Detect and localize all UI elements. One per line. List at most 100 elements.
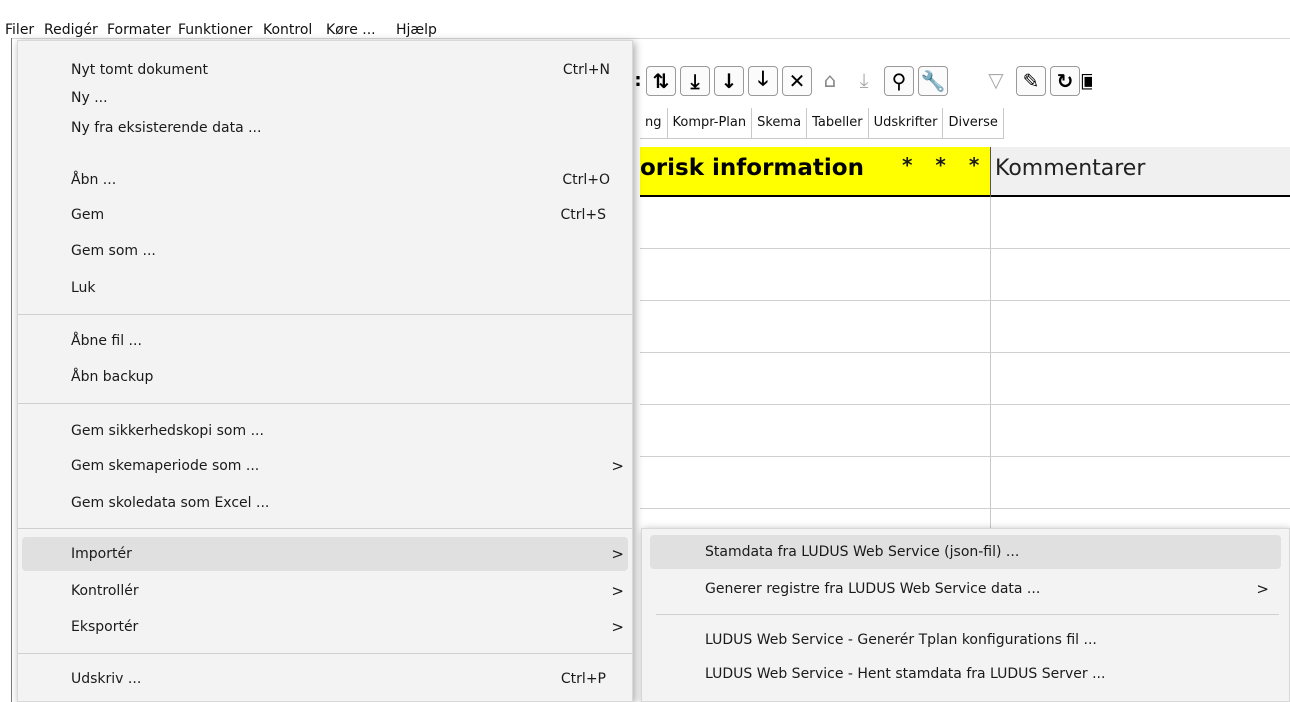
search-icon[interactable]: ⚲ [884, 66, 914, 96]
menu-item-label: Generer registre fra LUDUS Web Service d… [705, 581, 1041, 597]
menu-item-gem-skoledata-excel[interactable]: Gem skoledata som Excel ... [18, 487, 632, 519]
menu-item-label: Gem som ... [71, 243, 156, 259]
sort-updown-icon[interactable]: ⇅ [646, 66, 676, 96]
menu-separator [18, 528, 632, 529]
menu-item-nyt-tomt-dokument[interactable]: Nyt tomt dokument Ctrl+N [18, 54, 632, 86]
chevron-right-icon: > [611, 582, 624, 600]
tab-strip: ng Kompr-Plan Skema Tabeller Udskrifter … [640, 108, 1004, 139]
arrow-down-icon[interactable]: ↓ [714, 66, 744, 96]
refresh-icon[interactable]: ↻ [1050, 66, 1080, 96]
menu-filer[interactable]: Filer [5, 22, 34, 38]
grid-header-rule [640, 195, 1290, 197]
tab-partial[interactable]: ng [640, 108, 668, 138]
grid-header-comments[interactable]: Kommentarer [991, 147, 1290, 196]
tab-diverse[interactable]: Diverse [943, 108, 1004, 138]
menu-item-label: Importér [71, 546, 132, 562]
menu-item-kontroller[interactable]: Kontrollér > [18, 575, 632, 607]
home-icon[interactable]: ⌂ [816, 66, 844, 94]
toolbar-overflow-icon[interactable]: : [632, 66, 644, 94]
menu-item-shortcut: Ctrl+S [560, 207, 606, 223]
menu-item-luk[interactable]: Luk [18, 272, 632, 304]
menu-item-gem[interactable]: Gem Ctrl+S [18, 199, 632, 231]
menu-item-label: Gem skoledata som Excel ... [71, 495, 270, 511]
delete-x-icon[interactable]: ✕ [782, 66, 812, 96]
menu-funktioner[interactable]: Funktioner [178, 22, 252, 38]
grid-row-line [640, 248, 1290, 249]
menu-formater[interactable]: Formater [107, 22, 171, 38]
menu-item-label: Kontrollér [71, 583, 139, 599]
filter-icon[interactable]: ▽ [982, 66, 1010, 94]
menu-rediger[interactable]: Redigér [44, 22, 98, 38]
menu-item-label: LUDUS Web Service - Hent stamdata fra LU… [705, 666, 1106, 682]
import-submenu: Stamdata fra LUDUS Web Service (json-fil… [641, 528, 1290, 702]
menu-item-label: Nyt tomt dokument [71, 62, 208, 78]
tab-kompr-plan[interactable]: Kompr-Plan [668, 108, 753, 138]
grid-row-line [640, 352, 1290, 353]
menu-item-eksporter[interactable]: Eksportér > [18, 611, 632, 643]
menu-kontrol[interactable]: Kontrol [263, 22, 312, 38]
menu-item-label: Stamdata fra LUDUS Web Service (json-fil… [705, 544, 1020, 560]
menu-item-abn[interactable]: Åbn ... Ctrl+O [18, 164, 632, 196]
menu-item-label: Åbn backup [71, 369, 154, 385]
menu-item-ny-fra-eksisterende[interactable]: Ny fra eksisterende data ... [18, 114, 632, 142]
menu-item-label: Gem [71, 207, 105, 223]
tab-skema[interactable]: Skema [752, 108, 808, 138]
grid-header-stars: * * * [902, 153, 988, 177]
menu-item-shortcut: Ctrl+P [560, 671, 606, 687]
submenu-item-hent-stamdata-server[interactable]: LUDUS Web Service - Hent stamdata fra LU… [642, 658, 1289, 690]
menu-separator [18, 403, 632, 404]
more-icon[interactable]: ▣ [1080, 66, 1092, 94]
tab-udskrifter[interactable]: Udskrifter [869, 108, 944, 138]
menu-item-label: Eksportér [71, 619, 139, 635]
menu-item-label: Åbne fil ... [71, 333, 142, 349]
menu-item-gem-sikkerhedskopi[interactable]: Gem sikkerhedskopi som ... [18, 415, 632, 447]
menu-item-label: Gem skemaperiode som ... [71, 458, 260, 474]
menu-item-label: Gem sikkerhedskopi som ... [71, 423, 264, 439]
grid-row-line [640, 456, 1290, 457]
menu-item-udskriv[interactable]: Udskriv ... Ctrl+P [18, 663, 632, 695]
filer-menu: Nyt tomt dokument Ctrl+N Ny ... Ny fra e… [17, 40, 633, 702]
arrow-down-bold-icon[interactable]: 🡓 [748, 66, 778, 96]
arrow-down-disabled-icon[interactable]: ⤓ [850, 66, 878, 94]
menu-item-label: Ny ... [71, 90, 108, 106]
menu-bar: Filer Redigér Formater Funktioner Kontro… [0, 0, 1290, 38]
grid-header-divider [990, 147, 991, 197]
menu-kore[interactable]: Køre ... [326, 22, 376, 38]
chevron-right-icon: > [1256, 580, 1269, 598]
menu-item-importer[interactable]: Importér > [22, 537, 628, 571]
menu-hjaelp[interactable]: Hjælp [396, 22, 437, 38]
menu-item-abn-backup[interactable]: Åbn backup [18, 361, 632, 393]
arrow-down-bar-icon[interactable]: ⤓ [680, 66, 710, 96]
menu-separator [656, 614, 1279, 615]
chevron-right-icon: > [611, 618, 624, 636]
pencil-icon[interactable]: ✎ [1016, 66, 1046, 96]
tab-tabeller[interactable]: Tabeller [807, 108, 869, 138]
grid-header-info-label: orisk information [640, 155, 864, 181]
grid-row-line [640, 300, 1290, 301]
menu-item-label: Udskriv ... [71, 671, 142, 687]
menu-separator [18, 314, 632, 315]
grid-row-line [640, 508, 1290, 509]
grid-row-line [640, 404, 1290, 405]
menu-item-shortcut: Ctrl+O [562, 172, 610, 188]
chevron-right-icon: > [611, 545, 624, 563]
menu-separator [18, 653, 632, 654]
grid-header-comments-label: Kommentarer [995, 156, 1146, 181]
chevron-right-icon: > [611, 457, 624, 475]
menu-item-label: Luk [71, 280, 96, 296]
menu-item-gem-som[interactable]: Gem som ... [18, 235, 632, 267]
menubar-divider [11, 38, 1290, 39]
menu-item-ny[interactable]: Ny ... [18, 86, 632, 114]
menu-item-label: Ny fra eksisterende data ... [71, 120, 262, 136]
menu-item-shortcut: Ctrl+N [562, 62, 610, 78]
grid-header-info[interactable]: orisk information * * * [640, 147, 990, 196]
submenu-item-stamdata-json[interactable]: Stamdata fra LUDUS Web Service (json-fil… [650, 535, 1281, 569]
window-left-border [11, 38, 12, 702]
menu-item-label: LUDUS Web Service - Generér Tplan konfig… [705, 632, 1097, 648]
submenu-item-generer-registre[interactable]: Generer registre fra LUDUS Web Service d… [642, 573, 1289, 605]
submenu-item-generer-tplan-konfig[interactable]: LUDUS Web Service - Generér Tplan konfig… [642, 624, 1289, 656]
menu-item-abne-fil[interactable]: Åbne fil ... [18, 325, 632, 357]
menu-item-label: Åbn ... [71, 172, 117, 188]
menu-item-gem-skemaperiode[interactable]: Gem skemaperiode som ... > [18, 450, 632, 482]
wrench-icon[interactable]: 🔧 [918, 66, 948, 96]
